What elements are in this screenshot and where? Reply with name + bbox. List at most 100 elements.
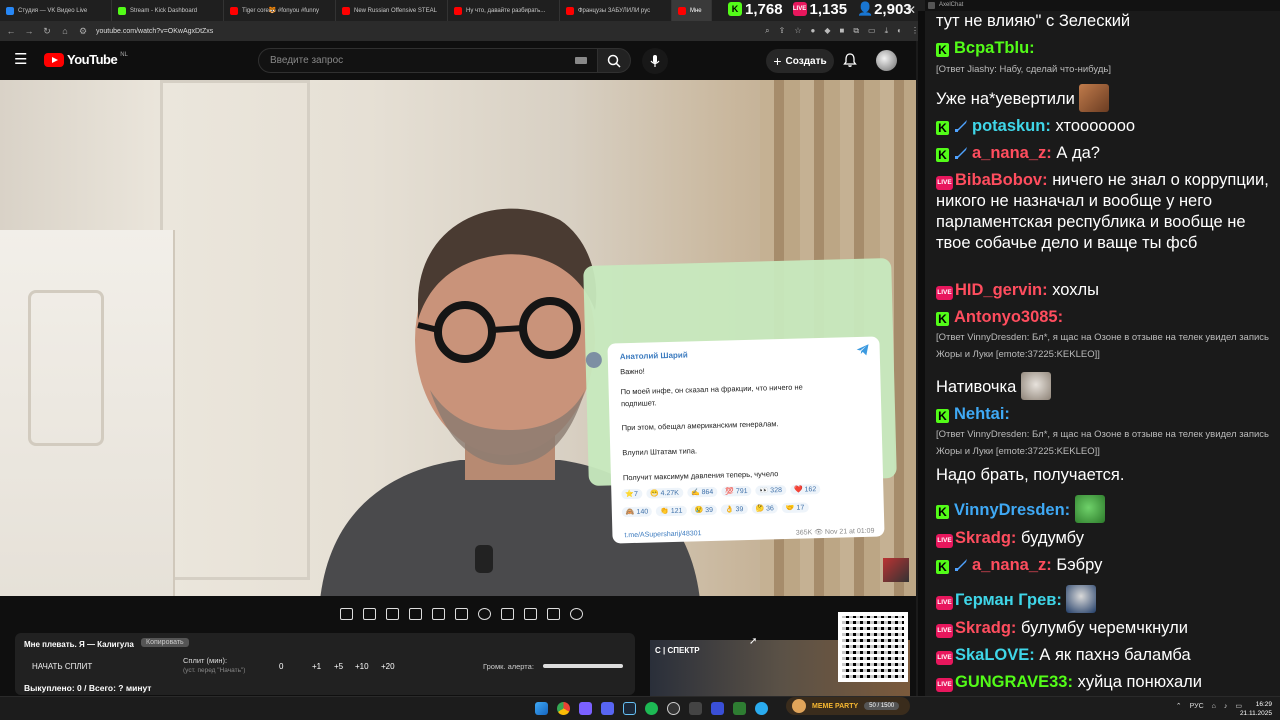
chat-nick[interactable]: Nehtai:: [954, 405, 1010, 423]
meme-party-widget[interactable]: MEME PARTY 50 / 1500: [786, 697, 910, 715]
hamburger-menu-icon[interactable]: ☰: [14, 52, 30, 67]
search-input[interactable]: Введите запрос: [258, 48, 598, 73]
user-avatar[interactable]: [876, 50, 897, 71]
chrome-icon[interactable]: [557, 702, 570, 715]
telegram-taskbar-icon[interactable]: [755, 702, 768, 715]
extension-icon[interactable]: ◆: [824, 26, 830, 36]
reaction: 🤝 17: [781, 502, 809, 514]
language-indicator[interactable]: РУС: [1190, 703, 1204, 710]
forward-icon[interactable]: →: [24, 26, 34, 36]
star-icon[interactable]: ☆: [794, 26, 801, 36]
chat-nick[interactable]: Antonyo3085:: [954, 308, 1063, 326]
add-5-button[interactable]: +5: [334, 662, 343, 671]
keyboard-icon[interactable]: [575, 57, 587, 64]
add-icon[interactable]: [524, 608, 537, 620]
notifications-bell-icon[interactable]: [842, 52, 858, 68]
browser-tab-active[interactable]: Мне: [672, 0, 712, 21]
steam-icon[interactable]: [623, 702, 636, 715]
download-icon[interactable]: ⤓: [885, 26, 889, 36]
clip-icon[interactable]: [409, 608, 422, 620]
add-10-button[interactable]: +10: [355, 662, 369, 671]
windows-start-icon[interactable]: [535, 702, 548, 715]
add-20-button[interactable]: +20: [381, 662, 395, 671]
share-icon[interactable]: ⇪: [779, 26, 786, 36]
frame-icon[interactable]: [455, 608, 468, 620]
chat-nick[interactable]: BibaBobov:: [955, 171, 1048, 189]
reaction: 😢 39: [690, 504, 718, 516]
alert-volume-slider[interactable]: [543, 664, 623, 668]
chat-nick[interactable]: GUNGRAVE33:: [955, 673, 1073, 691]
loop-icon[interactable]: [340, 608, 353, 620]
reaction: 😁 4.27K: [645, 487, 684, 499]
screenshot-icon[interactable]: [386, 608, 399, 620]
sidebar-icon[interactable]: ▭: [868, 26, 876, 36]
window-close-icon[interactable]: ✕: [906, 3, 916, 17]
spotify-icon[interactable]: [645, 702, 658, 715]
crop-icon[interactable]: [501, 608, 514, 620]
browser-tab[interactable]: Stream - Kick Dashboard: [112, 0, 224, 21]
chat-message: LIVE HID_gervin: хохлы: [936, 281, 1099, 300]
chat-scrollbar[interactable]: [918, 11, 925, 696]
browser-tab[interactable]: Ну что, давайте разбирать...: [448, 0, 560, 21]
search-button[interactable]: [597, 48, 631, 73]
youtube-favicon-icon: [230, 6, 238, 15]
youtube-favicon-icon: [678, 6, 686, 15]
site-info-icon[interactable]: ⚙: [78, 26, 88, 37]
chat-nick[interactable]: Skradg:: [955, 619, 1016, 637]
extensions-icon[interactable]: ⧉: [853, 26, 859, 36]
chat-nick[interactable]: a_nana_z:: [972, 144, 1052, 162]
chat-nick[interactable]: Герман Грев:: [955, 591, 1062, 609]
youtube-logo[interactable]: YouTube NL: [44, 52, 128, 67]
add-1-button[interactable]: +1: [312, 662, 321, 671]
kick-badge-icon: K: [936, 505, 949, 519]
background-fireplace: [0, 230, 175, 596]
broadcast-icon[interactable]: [363, 608, 376, 620]
app-icon[interactable]: [689, 702, 702, 715]
extension-icon[interactable]: ●: [810, 26, 815, 36]
app-icon[interactable]: [579, 702, 592, 715]
chat-nick[interactable]: HID_gervin:: [955, 281, 1048, 299]
zoom-icon[interactable]: ⌕: [765, 26, 769, 36]
profile-icon[interactable]: ◐: [897, 26, 902, 36]
chat-nick[interactable]: Skradg:: [955, 529, 1016, 547]
cat-emote-icon: [1020, 372, 1051, 400]
browser-tab[interactable]: Французы ЗАБУЛИЛИ рус: [560, 0, 672, 21]
browser-tab[interactable]: New Russian Offensive STEAL: [336, 0, 448, 21]
camera-icon[interactable]: [547, 608, 560, 620]
settings-gear-icon[interactable]: [570, 608, 583, 620]
chevron-up-icon[interactable]: ⌃: [1176, 702, 1182, 710]
start-split-button[interactable]: НАЧАТЬ СПЛИТ: [32, 662, 92, 671]
browser-tab[interactable]: Tiger core🐯 #fonyou #funny: [224, 0, 336, 21]
extension-icon[interactable]: ■: [839, 26, 844, 36]
app-icon[interactable]: [733, 702, 746, 715]
volume-icon[interactable]: ♪: [1224, 703, 1228, 710]
obs-icon[interactable]: [667, 702, 680, 715]
chat-nick[interactable]: a_nana_z:: [972, 556, 1052, 574]
voice-search-button[interactable]: [642, 48, 668, 74]
app-icon: [928, 2, 935, 9]
chat-nick[interactable]: potaskun:: [972, 117, 1051, 135]
chat-nick[interactable]: ВсраТblu:: [954, 39, 1035, 57]
chat-nick[interactable]: SkaLOVE:: [955, 646, 1035, 664]
live-badge-icon: LIVE: [936, 176, 953, 190]
split-minutes-value[interactable]: 0: [279, 662, 283, 671]
copy-button[interactable]: Копировать: [141, 638, 189, 647]
taskbar-clock[interactable]: 16:29 21.11.2025: [1240, 700, 1272, 718]
chat-reply-quote: [Ответ VinnyDresden: Бл*, я щас на Озоне…: [936, 332, 1269, 360]
reload-icon[interactable]: ↻: [42, 26, 52, 37]
discord-icon[interactable]: [601, 702, 614, 715]
back-icon[interactable]: ←: [6, 26, 16, 36]
home-icon[interactable]: ⌂: [60, 26, 70, 36]
picture-in-picture-icon[interactable]: [432, 608, 445, 620]
pepe-emote-icon: [1074, 495, 1105, 523]
url-field[interactable]: youtube.com/watch?v=OKwAgxDtZxs: [96, 28, 213, 35]
browser-tab[interactable]: Студия — VK Видео Live: [0, 0, 112, 21]
live-badge-icon: LIVE: [936, 534, 953, 548]
chat-nick[interactable]: VinnyDresden:: [954, 501, 1070, 519]
network-icon[interactable]: ⌂: [1212, 703, 1216, 710]
create-button[interactable]: + Создать: [766, 49, 834, 73]
background-door: [160, 80, 310, 580]
speed-icon[interactable]: [478, 608, 491, 620]
media-player-icon[interactable]: [711, 702, 724, 715]
chat-message: Уже на*уевертили: [936, 84, 1276, 112]
